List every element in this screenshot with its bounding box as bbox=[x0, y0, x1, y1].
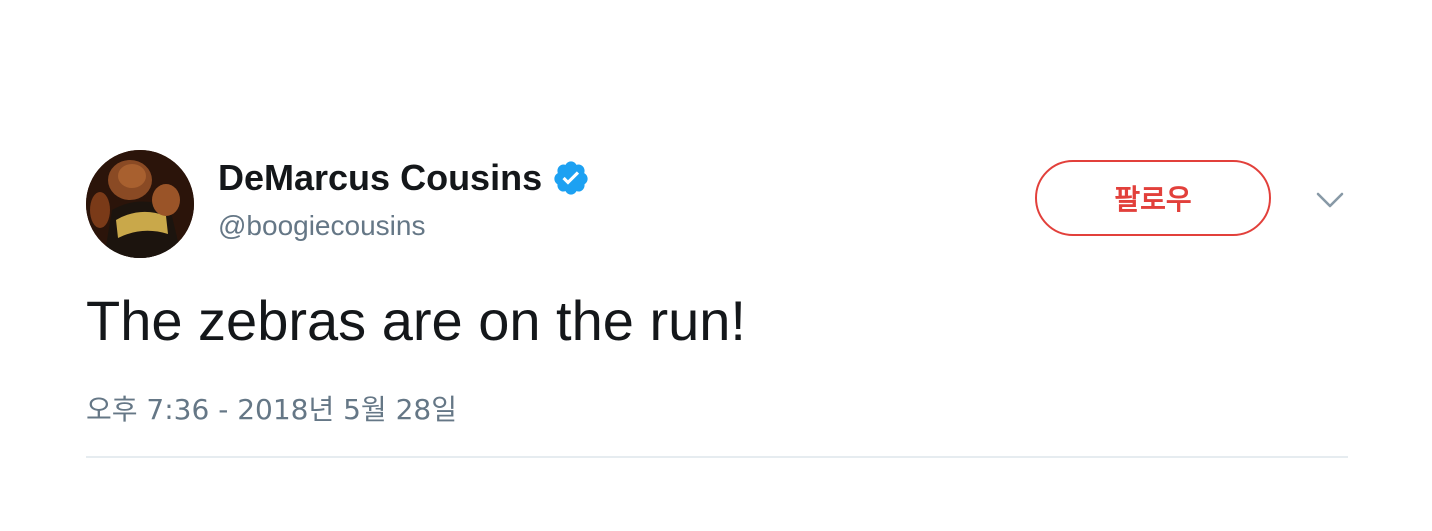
avatar[interactable] bbox=[86, 150, 194, 258]
author-handle[interactable]: @boogiecousins bbox=[218, 210, 425, 242]
profile-photo-icon bbox=[86, 150, 194, 258]
tweet-card: DeMarcus Cousins @boogiecousins 팔로우 The … bbox=[0, 0, 1432, 531]
author-display-name[interactable]: DeMarcus Cousins bbox=[218, 157, 542, 199]
tweet-timestamp[interactable]: 오후 7:36 - 2018년 5월 28일 bbox=[86, 388, 457, 428]
chevron-down-icon[interactable] bbox=[1312, 186, 1348, 214]
verified-badge-icon bbox=[552, 159, 590, 197]
tweet-text: The zebras are on the run! bbox=[86, 289, 746, 352]
divider bbox=[86, 456, 1348, 458]
author-name-row: DeMarcus Cousins bbox=[218, 156, 590, 200]
follow-button[interactable]: 팔로우 bbox=[1035, 160, 1271, 236]
